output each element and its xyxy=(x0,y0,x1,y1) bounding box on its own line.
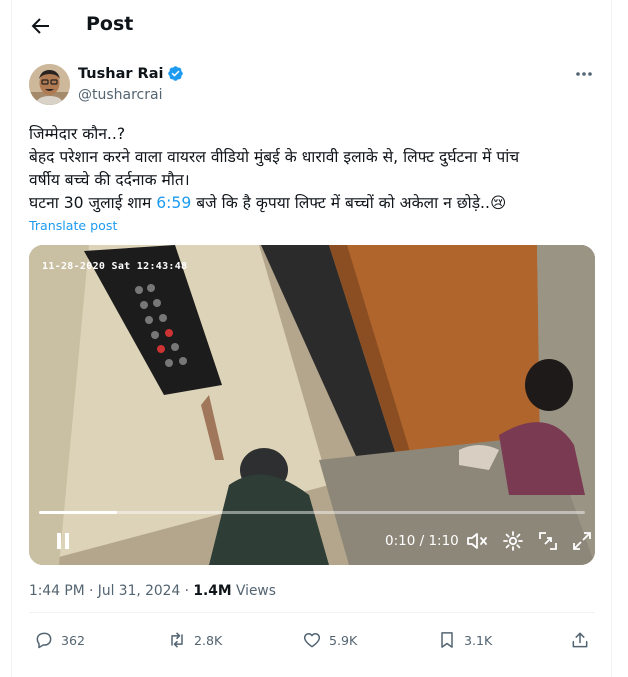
video-time: 0:10 / 1:10 xyxy=(385,533,459,549)
pause-icon[interactable] xyxy=(51,529,75,553)
heart-icon xyxy=(303,633,321,648)
post-text: जिम्मेदार कौन..? बेहद परेशान करने वाला व… xyxy=(29,123,599,215)
share-button[interactable] xyxy=(570,630,590,650)
time-link[interactable]: 6:59 xyxy=(156,194,191,212)
top-bar: Post xyxy=(12,0,613,52)
repost-count: 2.8K xyxy=(194,632,223,648)
views-label: Views xyxy=(231,583,276,599)
settings-gear-icon[interactable] xyxy=(501,529,525,553)
post-date[interactable]: Jul 31, 2024 xyxy=(98,583,180,599)
post-text-line: घटना 30 जुलाई शाम 6:59 बजे कि है कृपया ल… xyxy=(29,192,599,215)
share-icon xyxy=(572,632,588,648)
like-count: 5.9K xyxy=(329,632,358,648)
fullscreen-icon[interactable] xyxy=(570,529,594,553)
meta-separator: · xyxy=(180,583,194,599)
post-text-line: बेहद परेशान करने वाला वायरल वीडियो मुंबई… xyxy=(29,148,520,166)
author-name[interactable]: Tushar Rai xyxy=(78,66,163,82)
views-count: 1.4M xyxy=(193,583,232,599)
video-progress-bar[interactable] xyxy=(39,511,585,514)
post-text-line: जिम्मेदार कौन..? xyxy=(29,125,126,143)
camera-timestamp: 11-28-2020 Sat 12:43:48 xyxy=(42,261,188,272)
post-text-segment: बजे कि है कृपया लिफ्ट में बच्चों को अकेल… xyxy=(191,194,507,212)
author-handle[interactable]: @tusharcrai xyxy=(78,87,162,103)
video-progress-fill xyxy=(39,511,118,514)
post-text-line: वर्षीय बच्चे की दर्दनाक मौत। xyxy=(29,171,190,189)
reply-icon xyxy=(36,632,52,649)
reply-count: 362 xyxy=(61,632,86,648)
video-player[interactable]: 11-28-2020 Sat 12:43:48 0:10 / 1:10 xyxy=(29,245,595,565)
arrow-left-icon[interactable] xyxy=(28,14,52,38)
avatar[interactable] xyxy=(29,64,70,105)
verified-badge-icon xyxy=(168,66,184,81)
divider xyxy=(29,612,595,613)
volume-muted-icon[interactable] xyxy=(465,529,489,553)
bookmark-button[interactable]: 3.1K xyxy=(437,630,492,650)
video-frame xyxy=(29,245,595,565)
like-button[interactable]: 5.9K xyxy=(302,630,357,650)
bookmark-icon xyxy=(441,632,453,648)
repost-button[interactable]: 2.8K xyxy=(167,630,222,650)
more-options-icon[interactable] xyxy=(574,66,594,82)
post-time[interactable]: 1:44 PM xyxy=(29,583,85,599)
post-metadata: 1:44 PM · Jul 31, 2024 · 1.4M Views xyxy=(29,583,276,599)
post-text-segment: घटना 30 जुलाई शाम xyxy=(29,194,157,212)
page-title: Post xyxy=(86,13,134,35)
action-bar: 362 2.8K 5.9K 3.1K xyxy=(12,625,613,659)
bookmark-count: 3.1K xyxy=(464,632,493,648)
translate-post-link[interactable]: Translate post xyxy=(29,218,117,233)
author-name-row[interactable]: Tushar Rai xyxy=(78,65,184,82)
meta-separator: · xyxy=(84,583,98,599)
post-detail-column: Post Tushar Rai @tusharcrai जिम्मेदार कौ… xyxy=(11,0,612,677)
picture-in-picture-icon[interactable] xyxy=(536,529,560,553)
reply-button[interactable]: 362 xyxy=(34,630,85,650)
repost-icon xyxy=(171,632,183,648)
